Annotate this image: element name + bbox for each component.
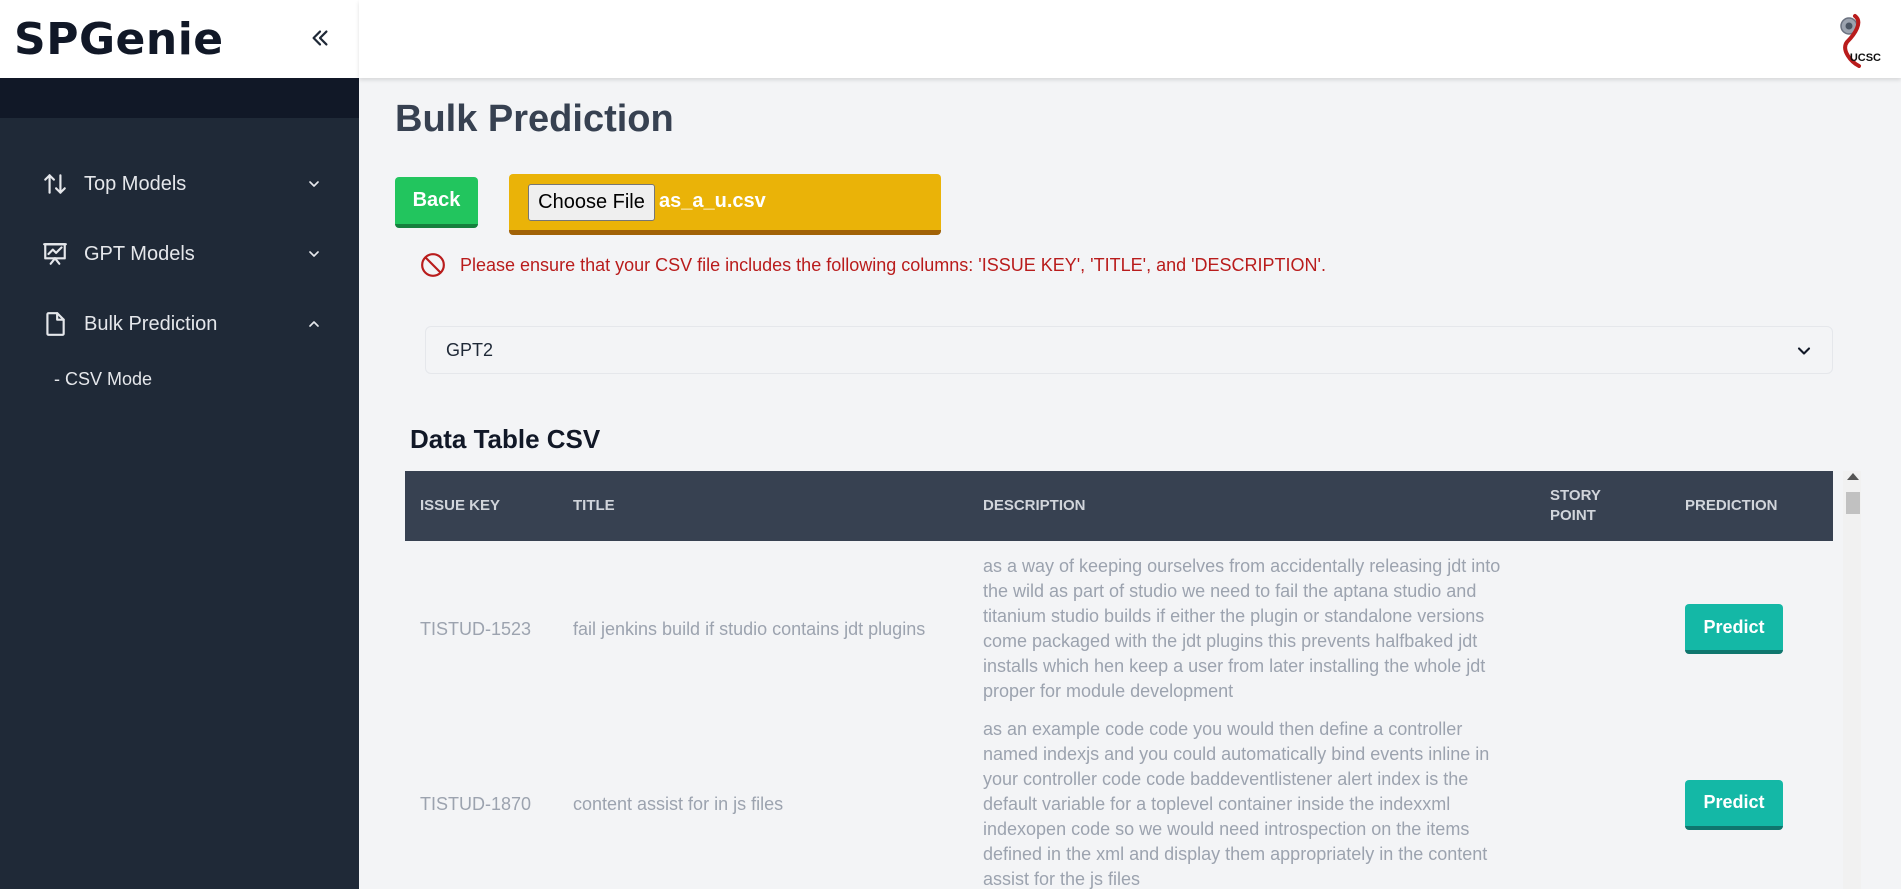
sidebar-item-gpt-models[interactable]: GPT Models: [40, 234, 320, 274]
back-button[interactable]: Back: [395, 177, 478, 228]
column-header-story-point: STORY POINT: [1535, 471, 1670, 541]
cell-description: as an example code code you would then d…: [983, 719, 1490, 889]
sidebar-item-top-models[interactable]: Top Models: [40, 164, 320, 204]
scrollbar-thumb[interactable]: [1846, 492, 1860, 514]
table-scrollbar[interactable]: [1843, 471, 1861, 889]
double-chevron-left-icon: [312, 30, 328, 46]
selected-file-name: as_a_u.csv: [659, 190, 766, 212]
sidebar-item-label: Top Models: [84, 172, 187, 195]
sidebar-item-label: Bulk Prediction: [84, 312, 218, 335]
warning-text: Please ensure that your CSV file include…: [460, 254, 1326, 275]
prohibited-icon: [420, 251, 448, 279]
page-title: Bulk Prediction: [395, 98, 674, 140]
cell-prediction: Predict: [1670, 541, 1833, 717]
column-header-prediction: PREDICTION: [1685, 497, 1778, 514]
story-label: STORY: [1550, 487, 1601, 504]
sort-arrows-icon: [40, 169, 70, 199]
presentation-chart-icon: [40, 239, 70, 269]
column-header-description: DESCRIPTION: [983, 497, 1086, 514]
cell-issue-key: TISTUD-1870: [420, 794, 532, 814]
logo-text: UCSC: [1849, 52, 1881, 64]
chevron-down-icon: [302, 242, 326, 266]
sidebar-item-label: GPT Models: [84, 242, 195, 265]
brand-bar: SPGenie: [0, 0, 359, 78]
csv-warning: Please ensure that your CSV file include…: [420, 251, 1326, 279]
scroll-up-arrow-icon[interactable]: [1847, 473, 1859, 480]
table-row: TISTUD-1523 fail jenkins build if studio…: [405, 541, 1833, 717]
table-header-row: ISSUE KEY TITLE DESCRIPTION STORY POINT …: [405, 471, 1833, 541]
cell-story-point: [1535, 717, 1670, 889]
data-table: ISSUE KEY TITLE DESCRIPTION STORY POINT …: [405, 471, 1833, 889]
sidebar-header-strip: [0, 78, 359, 118]
point-label: POINT: [1550, 507, 1596, 524]
model-select-value: GPT2: [446, 340, 494, 360]
cell-prediction: Predict: [1670, 717, 1833, 889]
column-header-issue-key: ISSUE KEY: [420, 497, 501, 514]
app-brand: SPGenie: [14, 14, 224, 65]
cell-description: as a way of keeping ourselves from accid…: [983, 556, 1501, 701]
model-select[interactable]: GPT2: [425, 326, 1833, 374]
collapse-sidebar-button[interactable]: [304, 20, 336, 56]
cell-story-point: [1535, 541, 1670, 717]
cell-title: fail jenkins build if studio contains jd…: [573, 618, 926, 639]
table-title: Data Table CSV: [410, 424, 601, 454]
cell-issue-key: TISTUD-1523: [420, 618, 532, 639]
file-upload-area: Choose File as_a_u.csv: [509, 174, 941, 235]
document-icon: [40, 309, 70, 339]
predict-button[interactable]: Predict: [1685, 604, 1783, 654]
sidebar: SPGenie Top Models GPT Models Bulk Predi…: [0, 0, 359, 889]
choose-file-button[interactable]: Choose File: [528, 184, 655, 221]
chevron-down-icon: [1794, 341, 1814, 361]
column-header-title: TITLE: [573, 497, 615, 514]
sidebar-item-bulk-prediction[interactable]: Bulk Prediction: [40, 304, 320, 344]
table-row: TISTUD-1870 content assist for in js fil…: [405, 717, 1833, 889]
cell-title: content assist for in js files: [573, 794, 784, 814]
top-bar: UCSC: [359, 0, 1901, 78]
chevron-down-icon: [302, 172, 326, 196]
chevron-up-icon: [302, 312, 326, 336]
sidebar-subitem-csv-mode[interactable]: - CSV Mode: [54, 369, 152, 390]
predict-button[interactable]: Predict: [1685, 779, 1783, 830]
ucsc-logo: UCSC: [1833, 12, 1883, 68]
data-table-container: ISSUE KEY TITLE DESCRIPTION STORY POINT …: [405, 471, 1833, 889]
